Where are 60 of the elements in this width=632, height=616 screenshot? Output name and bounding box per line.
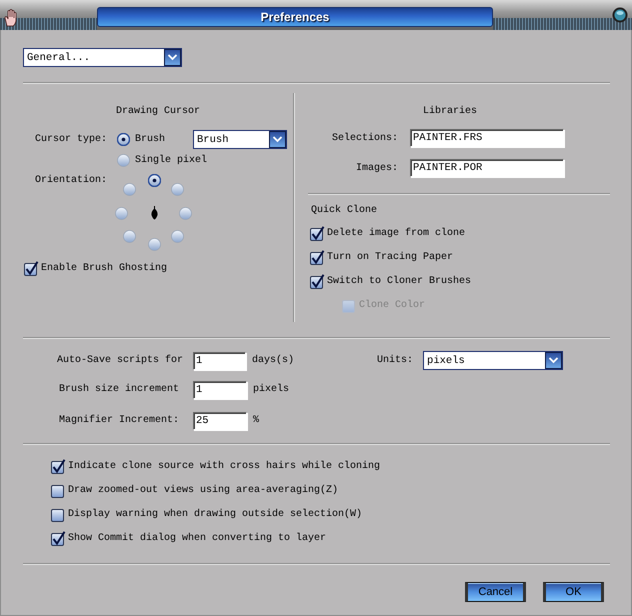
radio-label: Single pixel [135, 154, 208, 166]
field-label: Selections: [330, 132, 398, 144]
section-title: Drawing Cursor [114, 104, 201, 119]
field-label: Units: [377, 355, 414, 366]
checkbox-label: Show Commit dialog when converting to layer [68, 532, 326, 544]
orientation-radio[interactable] [114, 206, 128, 220]
dropdown[interactable]: pixels [423, 351, 564, 370]
input-field[interactable]: PAINTER.POR [410, 159, 564, 177]
orientation-radio[interactable] [148, 174, 160, 186]
checkbox-label: Switch to Cloner Brushes [327, 276, 472, 286]
field-label: Orientation: [35, 174, 108, 188]
checkbox[interactable] [51, 530, 66, 546]
dialog-button[interactable]: Cancel [465, 582, 526, 602]
section-title: Quick Clone [311, 204, 378, 218]
checkbox-label: Display warning when drawing outside selection(W) [68, 508, 362, 520]
section-title: Libraries [422, 104, 478, 119]
caret-icon [269, 131, 286, 148]
orientation-radio[interactable] [122, 182, 136, 196]
radio-button[interactable] [117, 133, 130, 146]
unit-label: days(s) [252, 355, 294, 366]
caret-icon [545, 352, 562, 369]
window-title: Preferences [260, 10, 330, 24]
caret-icon [164, 49, 181, 66]
orientation-radio[interactable] [178, 206, 192, 220]
close-button[interactable] [612, 7, 628, 23]
field-label: Images: [354, 162, 398, 174]
dropdown[interactable]: Brush [193, 130, 287, 149]
field-label: Brush size increment [58, 384, 179, 395]
field-label: Magnifier Increment: [58, 415, 179, 426]
checkbox[interactable] [310, 274, 325, 288]
orientation-radio[interactable] [148, 238, 160, 250]
checkbox[interactable] [51, 482, 66, 498]
orientation-radio[interactable] [170, 182, 184, 196]
checkbox-label: Clone Color [359, 300, 426, 310]
input-field[interactable]: 25 [193, 412, 247, 430]
input-field[interactable]: PAINTER.FRS [410, 129, 564, 147]
checkbox-label: Enable Brush Ghosting [41, 262, 168, 274]
hand-icon [4, 9, 18, 27]
unit-label: % [253, 415, 260, 426]
input-field[interactable]: 1 [193, 352, 246, 370]
radio-label: Brush [135, 134, 166, 145]
brush-tip-icon [151, 206, 158, 220]
checkbox[interactable] [24, 260, 39, 276]
checkbox[interactable] [310, 250, 325, 264]
checkbox-label: Draw zoomed-out views using area-averaging(Z) [68, 484, 338, 496]
dialog-button[interactable]: OK [543, 582, 604, 602]
unit-label: pixels [253, 384, 290, 395]
orientation-radio[interactable] [122, 230, 136, 242]
checkbox-label: Delete image from clone [327, 228, 466, 238]
field-label: Auto-Save scripts for [56, 355, 183, 366]
checkbox-label: Indicate clone source with cross hairs while cloning [68, 460, 380, 472]
orientation-radio[interactable] [170, 230, 184, 242]
field-label: Cursor type: [35, 134, 108, 145]
checkbox[interactable] [310, 226, 325, 240]
checkbox[interactable] [51, 458, 66, 474]
checkbox-label: Turn on Tracing Paper [327, 252, 454, 262]
input-field[interactable]: 1 [193, 380, 247, 398]
radio-button[interactable] [117, 154, 130, 166]
checkbox[interactable] [51, 506, 66, 522]
dropdown[interactable]: General... [23, 48, 182, 67]
